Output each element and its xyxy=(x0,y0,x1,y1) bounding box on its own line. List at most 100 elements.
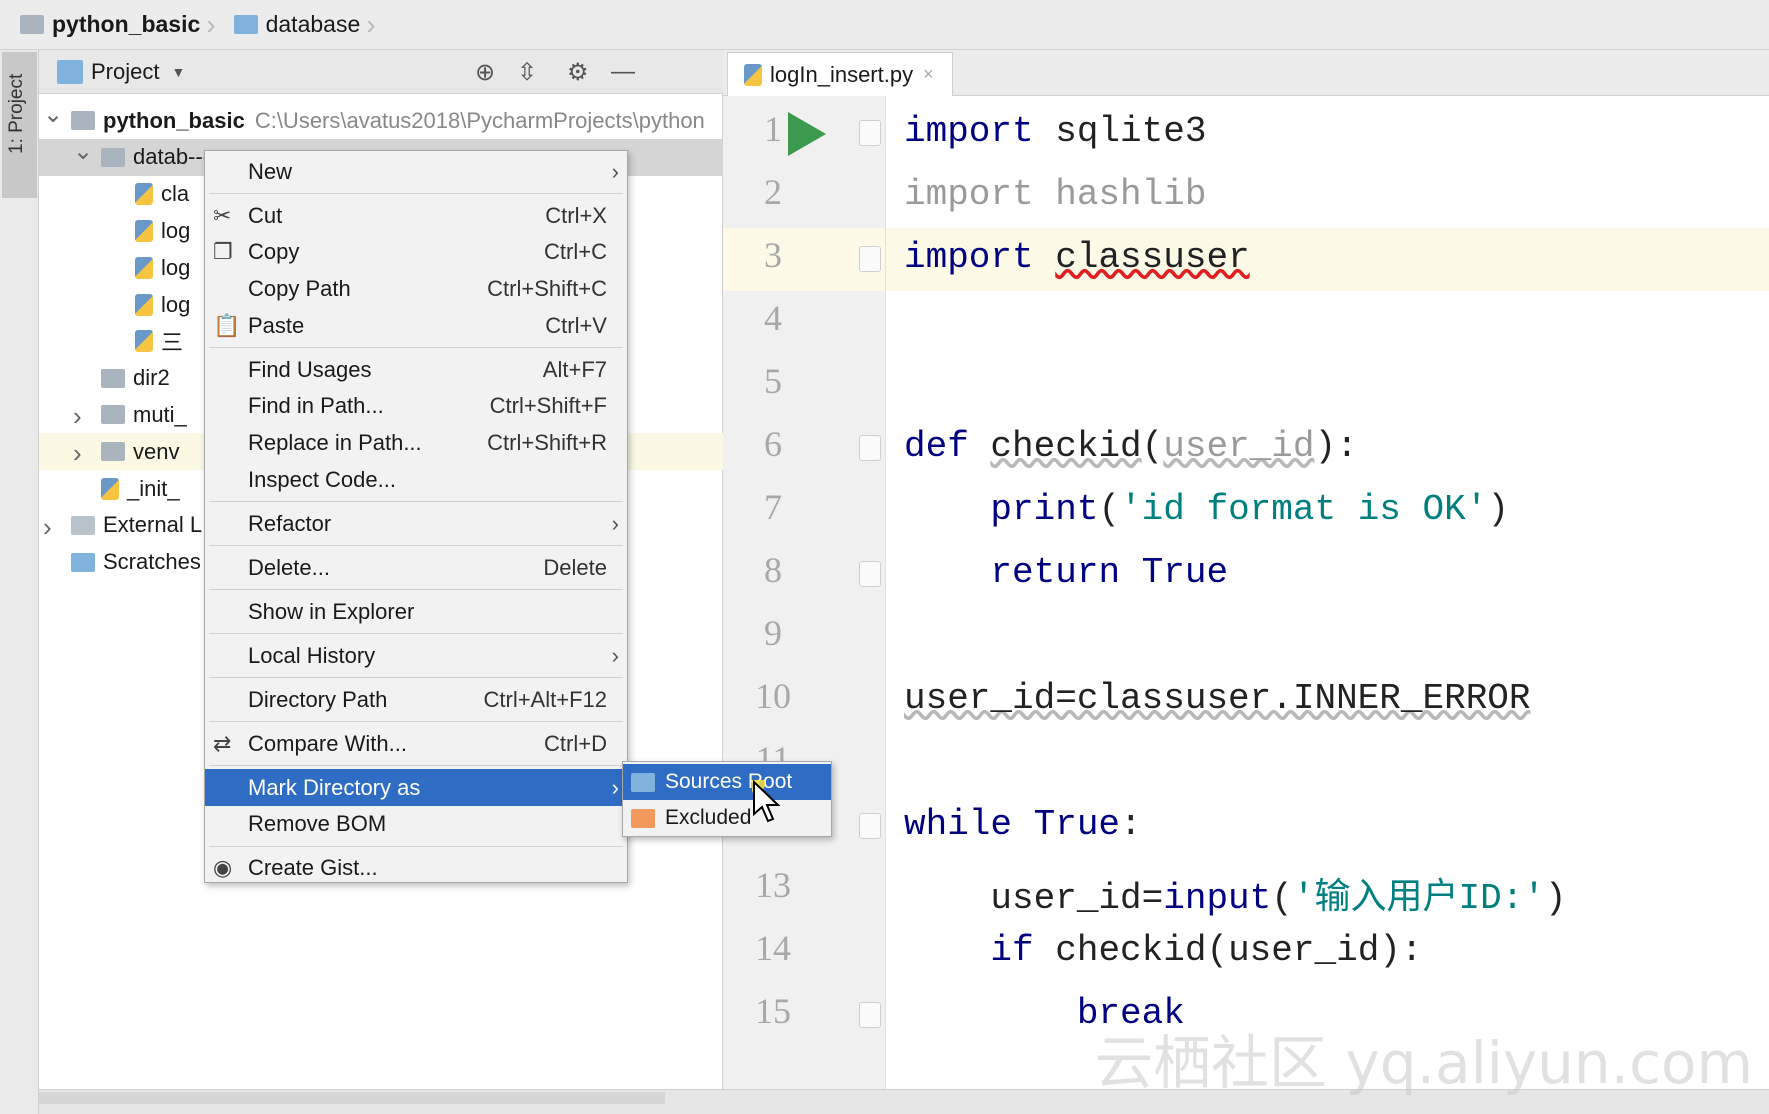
menu-item-label: Find in Path... xyxy=(248,393,384,419)
caret-down-icon[interactable]: ▼ xyxy=(171,64,185,80)
menu-item-copy-path[interactable]: Copy Path Ctrl+Shift+C xyxy=(205,270,627,307)
breadcrumb-database[interactable]: database › xyxy=(233,8,376,41)
submenu-item-excluded[interactable]: Excluded xyxy=(623,800,831,836)
tree-item-label: muti_ xyxy=(133,401,187,427)
code-token: 'id format is OK' xyxy=(1120,489,1488,530)
chevron-down-icon[interactable]: ⌄ xyxy=(73,139,93,166)
fold-marker-icon[interactable] xyxy=(859,561,881,587)
menu-item-shortcut: Ctrl+D xyxy=(544,730,607,756)
code-line: def checkid(user_id): xyxy=(904,426,1358,467)
folder-icon xyxy=(101,442,125,462)
menu-separator xyxy=(209,632,623,634)
python-file-icon xyxy=(101,477,119,500)
navigation-bar: python_basic › database › xyxy=(0,0,1769,50)
menu-separator xyxy=(209,588,623,590)
fold-marker-icon[interactable] xyxy=(859,120,881,146)
tab-login-insert[interactable]: logIn_insert.py × xyxy=(727,52,953,96)
close-icon[interactable]: × xyxy=(923,64,934,85)
menu-item-shortcut: Ctrl+Shift+F xyxy=(489,393,607,419)
fold-marker-icon[interactable] xyxy=(859,435,881,461)
menu-item-shortcut: Ctrl+C xyxy=(544,239,607,265)
menu-item-new[interactable]: New › xyxy=(205,153,627,190)
tree-item-label: log xyxy=(161,291,191,317)
menu-item-label: Cut xyxy=(248,202,283,228)
fold-marker-icon[interactable] xyxy=(859,1002,881,1028)
menu-item-cut[interactable]: ✂ Cut Ctrl+X xyxy=(205,197,627,234)
copy-icon: ❐ xyxy=(213,239,233,265)
menu-item-find-in-path[interactable]: Find in Path... Ctrl+Shift+F xyxy=(205,388,627,425)
menu-item-remove-bom[interactable]: Remove BOM xyxy=(205,806,627,843)
tree-item[interactable]: ⌄ python_basic C:\Users\avatus2018\Pycharm… xyxy=(39,102,723,139)
chevron-right-icon: › xyxy=(366,8,376,40)
menu-item-shortcut: Ctrl+Shift+R xyxy=(487,430,607,455)
code-token: return True xyxy=(990,552,1229,593)
fold-marker-icon[interactable] xyxy=(859,246,881,272)
code-token: print xyxy=(990,489,1099,530)
menu-item-mark-directory-as[interactable]: Mark Directory as › xyxy=(205,769,627,807)
gear-icon[interactable]: ⚙ xyxy=(567,58,589,87)
locate-icon[interactable]: ⊕ xyxy=(475,58,495,87)
menu-item-refactor[interactable]: Refactor › xyxy=(205,505,627,542)
project-panel-header: Project ▼ ⊕ ⇳ ⚙ — xyxy=(39,50,723,94)
code-token: ( xyxy=(1098,489,1121,530)
submenu-item-label: Excluded xyxy=(665,806,752,829)
chevron-right-icon: › xyxy=(611,510,619,536)
line-number: 13 xyxy=(755,865,791,905)
mark-directory-submenu: Sources Root Excluded xyxy=(622,761,832,837)
folder-icon xyxy=(233,15,258,34)
menu-item-label: Delete... xyxy=(248,554,330,580)
chevron-right-icon: › xyxy=(611,642,619,668)
submenu-item-sources-root[interactable]: Sources Root xyxy=(623,764,831,800)
menu-item-paste[interactable]: 📋 Paste Ctrl+V xyxy=(205,307,627,344)
tree-item-label: datab--- xyxy=(133,144,211,170)
code-token: def xyxy=(904,426,969,467)
python-file-icon xyxy=(135,219,153,242)
line-number: 4 xyxy=(764,298,782,338)
code-line: print('id format is OK') xyxy=(904,489,1509,530)
chevron-right-icon: › xyxy=(611,774,619,800)
chevron-right-icon[interactable]: › xyxy=(73,438,82,469)
code-editor[interactable]: import sqlite3 import hashlib import class… xyxy=(886,96,1769,1089)
menu-item-delete[interactable]: Delete... Delete xyxy=(205,549,627,586)
menu-item-replace-in-path[interactable]: Replace in Path... Ctrl+Shift+R xyxy=(205,425,627,462)
menu-item-shortcut: Ctrl+Alt+F12 xyxy=(483,686,608,712)
menu-item-compare-with[interactable]: ⇄ Compare With... Ctrl+D xyxy=(205,725,627,762)
menu-item-create-gist[interactable]: ◉ Create Gist... xyxy=(205,850,627,887)
code-token: sqlite3 xyxy=(1033,111,1207,152)
menu-item-show-in-explorer[interactable]: Show in Explorer xyxy=(205,593,627,630)
chevron-right-icon[interactable]: › xyxy=(43,512,52,543)
chevron-down-icon[interactable]: ⌄ xyxy=(43,102,63,129)
collapse-all-icon[interactable]: ⇳ xyxy=(517,58,537,87)
chevron-right-icon[interactable]: › xyxy=(73,401,82,432)
code-token: ( xyxy=(1141,426,1164,467)
menu-item-label: Copy Path xyxy=(248,275,351,301)
menu-item-find-usages[interactable]: Find Usages Alt+F7 xyxy=(205,351,627,388)
menu-item-label: Inspect Code... xyxy=(248,466,396,492)
code-token: if xyxy=(990,930,1034,971)
horizontal-scrollbar[interactable] xyxy=(39,1092,665,1104)
menu-item-label: Show in Explorer xyxy=(248,598,415,624)
editor-tab-bar: logIn_insert.py × xyxy=(723,50,1769,96)
paste-icon: 📋 xyxy=(213,312,241,338)
breadcrumb-python-basic[interactable]: python_basic › xyxy=(20,9,216,41)
menu-item-directory-path[interactable]: Directory Path Ctrl+Alt+F12 xyxy=(205,681,627,718)
menu-item-inspect-code[interactable]: Inspect Code... xyxy=(205,461,627,498)
menu-separator xyxy=(209,720,623,722)
project-tool-label: 1: Project xyxy=(6,73,27,154)
python-file-icon xyxy=(135,293,153,316)
minimize-icon[interactable]: — xyxy=(611,58,635,86)
menu-item-copy[interactable]: ❐ Copy Ctrl+C xyxy=(205,234,627,271)
code-token: checkid xyxy=(990,426,1142,467)
project-view-dropdown[interactable]: Project xyxy=(91,59,159,85)
menu-item-local-history[interactable]: Local History › xyxy=(205,637,627,674)
menu-item-shortcut: Ctrl+V xyxy=(545,312,607,338)
chevron-right-icon: › xyxy=(206,8,216,40)
menu-item-label: Create Gist... xyxy=(248,855,378,881)
menu-separator xyxy=(209,544,623,546)
fold-marker-icon[interactable] xyxy=(859,813,881,839)
code-token: import xyxy=(904,111,1034,152)
